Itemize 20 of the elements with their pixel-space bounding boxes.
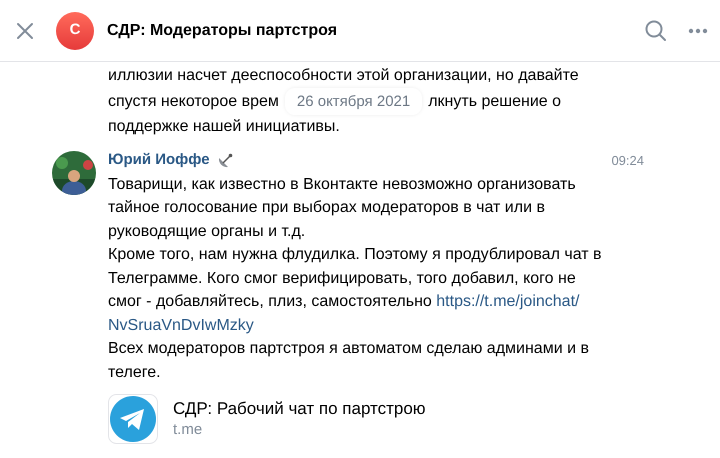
chat-title: СДР: Модераторы партстроя <box>107 20 338 40</box>
message-text: Всех модераторов партстроя я автоматом сделаю админами и в телеге. <box>108 339 590 382</box>
message-text: поддержке нашей инициативы. <box>108 117 341 137</box>
message-link[interactable]: NvSruaVnDvIwMzky <box>108 316 254 334</box>
author-name[interactable]: Юрий Иоффе <box>108 149 210 172</box>
message-time: 09:24 <box>611 152 644 170</box>
message-link[interactable]: https://t.me/joinchat/ <box>436 293 580 310</box>
telegram-icon <box>108 394 158 444</box>
chat-avatar: С <box>56 12 94 50</box>
date-badge: 26 октября 2021 <box>284 88 422 115</box>
message-text: иллюзии насчет дееспособности этой организации, но давайте <box>108 66 580 86</box>
message-text: лкнуть решение о <box>428 92 562 112</box>
message-text: Товарищи, как известно в Вконтакте невозможно организовать тайное голосование при выборах модераторов в чат или в руководящие органы и т.д. <box>108 174 577 242</box>
attachment-domain: t.me <box>173 420 204 440</box>
more-icon[interactable] <box>688 28 708 34</box>
close-icon[interactable] <box>15 20 35 40</box>
message-text: спустя некоторое врем <box>108 92 279 112</box>
search-icon[interactable] <box>644 18 668 42</box>
message-text: Кроме того, нам нужна флудилка. Поэтому я продублировал чат в Телеграмме. Кого смог верифицировать, того добавил, кого не смог - добавляйтесь, плиз, самостоятельно https://t.me/joinchat/ NvSruaVnDvIwMzky <box>108 245 603 336</box>
attachment-title[interactable]: СДР: Рабочий чат по партстрою <box>173 398 426 420</box>
